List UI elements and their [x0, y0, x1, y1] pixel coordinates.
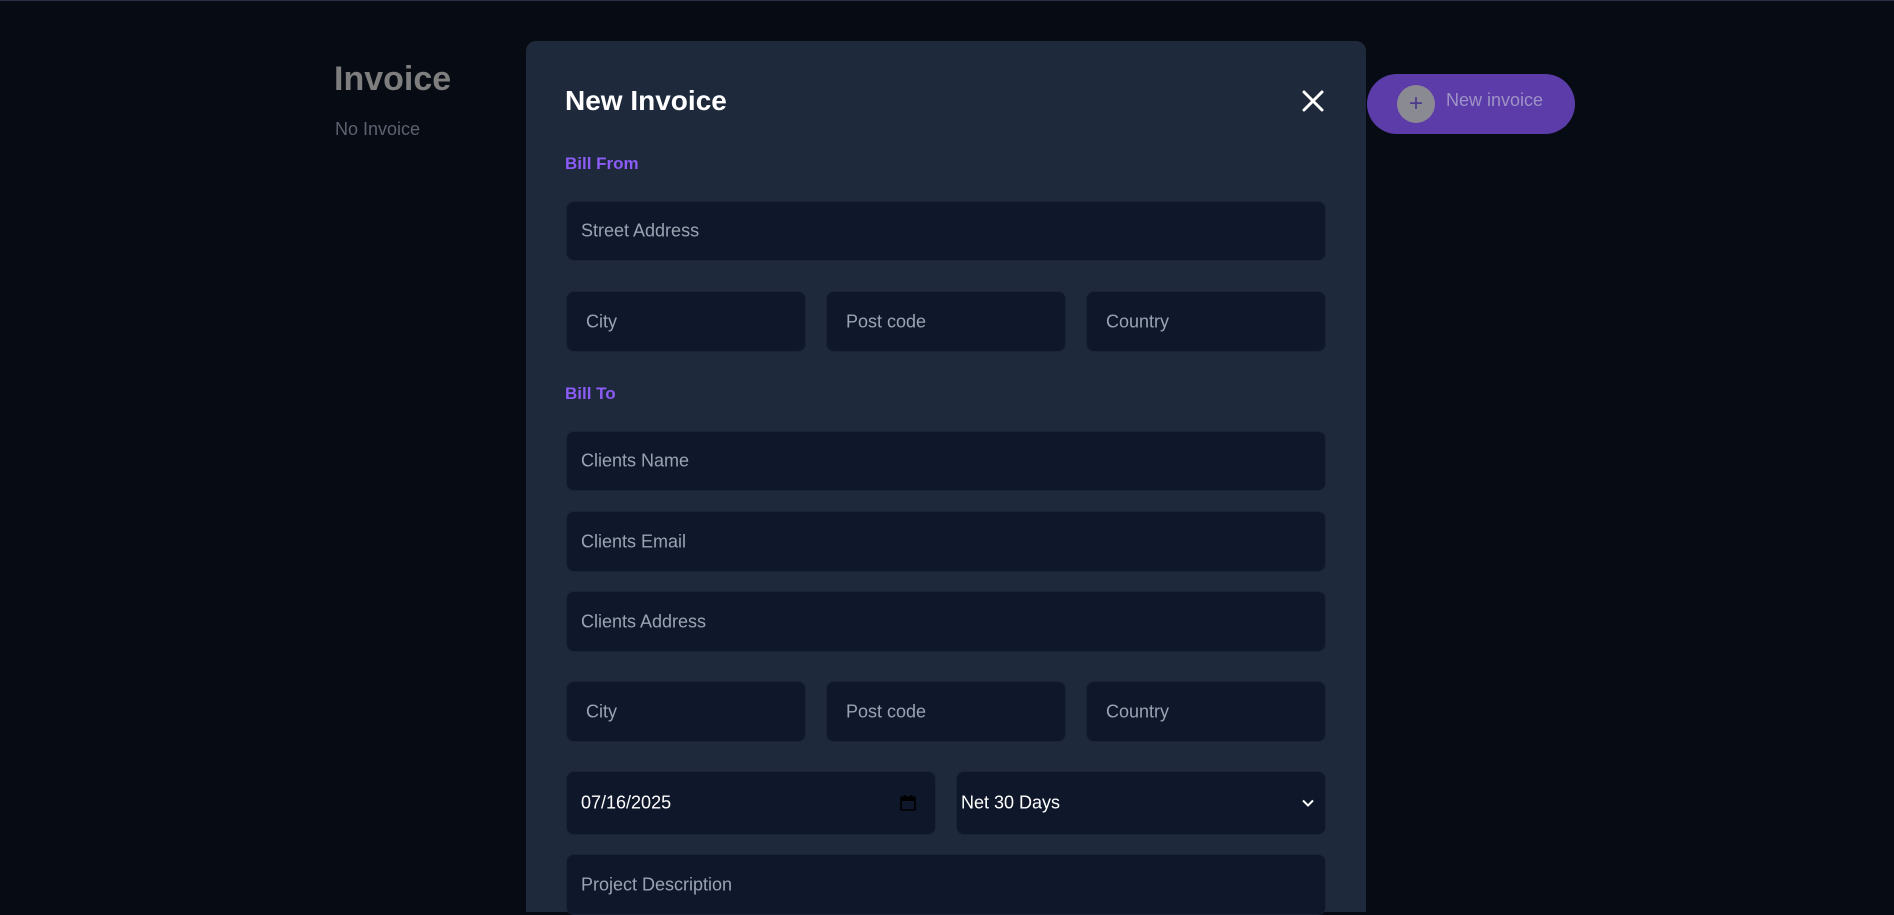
bill-from-heading: Bill From	[565, 154, 639, 173]
page-subtitle: No Invoice	[335, 119, 421, 139]
page-title: Invoice	[334, 60, 452, 98]
bill-to-country-input[interactable]: Country	[1086, 681, 1326, 742]
close-icon[interactable]	[1298, 86, 1328, 116]
top-border	[0, 0, 1894, 1]
payment-terms-value: Net 30 Days	[961, 792, 1061, 813]
client-email-input[interactable]: Clients Email	[566, 511, 1326, 572]
bill-from-country-input[interactable]: Country	[1086, 291, 1326, 352]
bill-from-post-code-input[interactable]: Post code	[826, 291, 1066, 352]
placeholder: Country	[1106, 701, 1170, 721]
placeholder: Post code	[846, 311, 927, 331]
placeholder: Clients Email	[581, 531, 687, 551]
new-invoice-label: New invoice	[1446, 90, 1544, 110]
new-invoice-button[interactable]: + New invoice	[1367, 74, 1575, 134]
placeholder: Street Address	[581, 220, 700, 241]
client-address-input[interactable]: Clients Address	[566, 591, 1326, 652]
placeholder: City	[586, 701, 617, 721]
placeholder: Country	[1106, 311, 1170, 331]
invoice-date-value: 07/16/2025	[581, 792, 672, 813]
chevron-down-icon	[1301, 796, 1315, 810]
placeholder: Project Description	[581, 874, 733, 894]
placeholder: Clients Address	[581, 611, 707, 631]
placeholder: Clients Name	[581, 450, 690, 471]
bill-to-heading: Bill To	[565, 384, 616, 403]
modal-title: New Invoice	[565, 85, 727, 116]
placeholder: Post code	[846, 701, 927, 721]
plus-icon: +	[1397, 85, 1435, 123]
invoice-date-input[interactable]: 07/16/2025	[566, 771, 936, 835]
new-invoice-modal: New Invoice Bill From Street Address Cit…	[526, 41, 1366, 915]
payment-terms-select[interactable]: Net 30 Days	[956, 771, 1326, 835]
bill-to-post-code-input[interactable]: Post code	[826, 681, 1066, 742]
placeholder: City	[586, 311, 617, 331]
bill-to-city-input[interactable]: City	[566, 681, 806, 742]
client-name-input[interactable]: Clients Name	[566, 431, 1326, 491]
project-description-input[interactable]: Project Description	[566, 854, 1326, 915]
calendar-icon[interactable]	[899, 794, 917, 812]
bill-from-city-input[interactable]: City	[566, 291, 806, 352]
bill-from-street-input[interactable]: Street Address	[566, 201, 1326, 261]
